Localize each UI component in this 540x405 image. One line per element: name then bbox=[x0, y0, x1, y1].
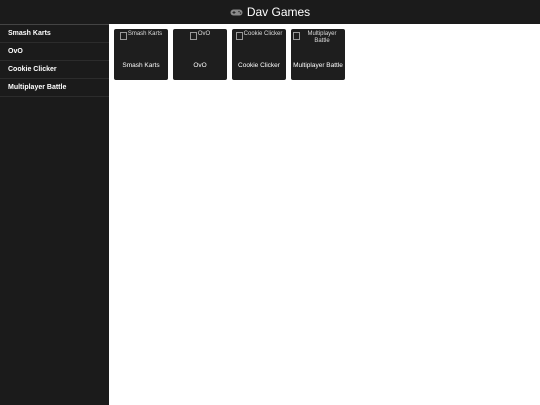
game-thumbnail: OvO bbox=[175, 31, 225, 55]
game-title: Cookie Clicker bbox=[238, 62, 280, 69]
game-card-cookie-clicker[interactable]: Cookie Clicker Cookie Clicker bbox=[232, 29, 286, 80]
game-grid-area: Smash Karts Smash Karts OvO OvO Cookie C… bbox=[109, 24, 540, 405]
game-thumbnail: Cookie Clicker bbox=[234, 31, 284, 55]
app-title: Dav Games bbox=[246, 5, 311, 19]
game-thumbnail: Smash Karts bbox=[116, 31, 166, 55]
broken-image-icon bbox=[235, 32, 243, 40]
broken-image-icon bbox=[189, 32, 197, 40]
gamepad-icon bbox=[230, 8, 243, 17]
thumbnail-alt-text: Multiplayer Battle bbox=[307, 31, 337, 44]
thumbnail-alt-text: OvO bbox=[197, 31, 211, 37]
thumbnail-alt-text: Cookie Clicker bbox=[243, 31, 283, 37]
game-thumbnail: Multiplayer Battle bbox=[293, 31, 343, 55]
game-title: Multiplayer Battle bbox=[293, 62, 343, 69]
game-title: Smash Karts bbox=[122, 62, 160, 69]
game-title: OvO bbox=[193, 62, 207, 69]
game-card-smash-karts[interactable]: Smash Karts Smash Karts bbox=[114, 29, 168, 80]
game-card-ovo[interactable]: OvO OvO bbox=[173, 29, 227, 80]
thumbnail-alt-text: Smash Karts bbox=[127, 31, 163, 37]
sidebar-item-ovo[interactable]: OvO bbox=[0, 43, 109, 61]
game-grid: Smash Karts Smash Karts OvO OvO Cookie C… bbox=[114, 29, 345, 80]
game-card-multiplayer-battle[interactable]: Multiplayer Battle Multiplayer Battle bbox=[291, 29, 345, 80]
sidebar-item-cookie-clicker[interactable]: Cookie Clicker bbox=[0, 61, 109, 79]
app-header: Dav Games bbox=[0, 0, 540, 24]
sidebar-item-smash-karts[interactable]: Smash Karts bbox=[0, 25, 109, 43]
sidebar: Smash Karts OvO Cookie Clicker Multiplay… bbox=[0, 24, 109, 405]
broken-image-icon bbox=[293, 32, 300, 40]
sidebar-item-multiplayer-battle[interactable]: Multiplayer Battle bbox=[0, 79, 109, 97]
broken-image-icon bbox=[119, 32, 127, 40]
